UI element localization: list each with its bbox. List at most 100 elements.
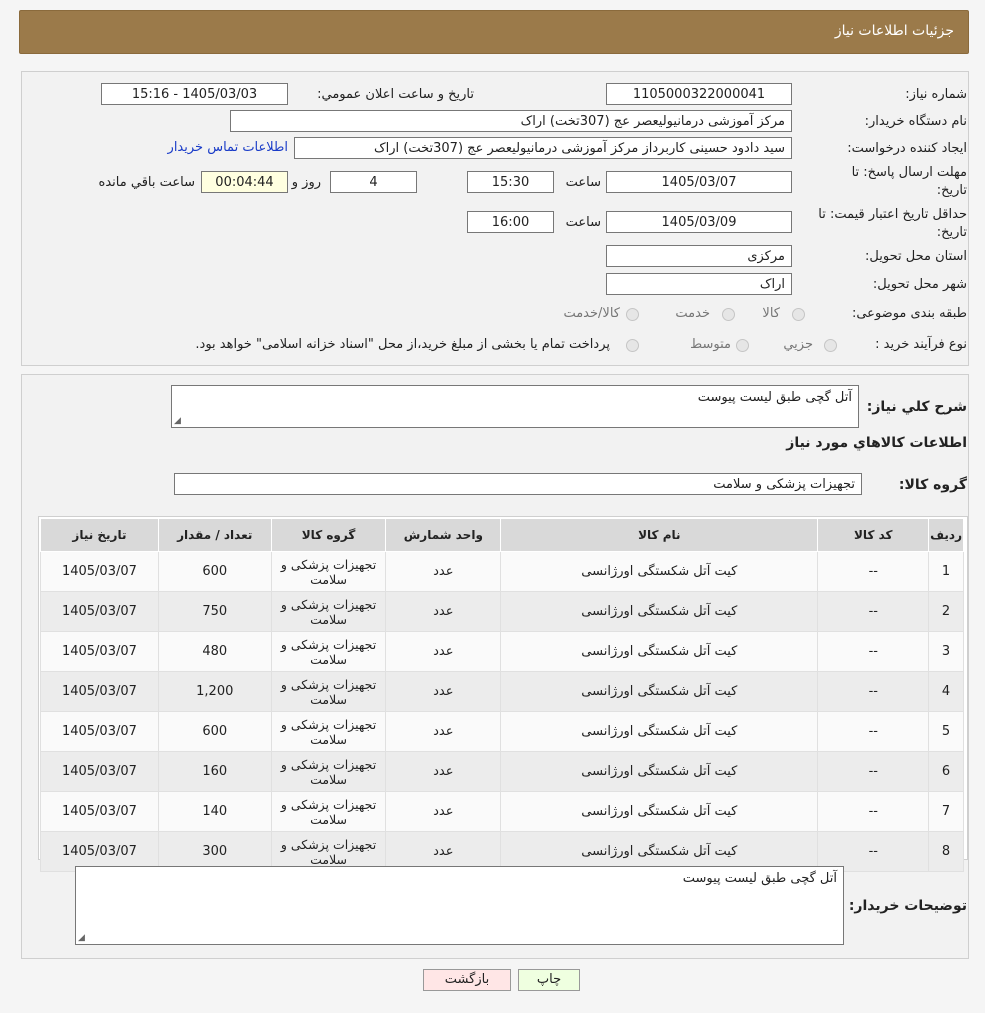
category-service-radio[interactable] (722, 308, 735, 321)
page-title: جزئیات اطلاعات نیاز (834, 23, 954, 39)
category-both-radio[interactable] (626, 308, 639, 321)
cell-row-number: 2 (928, 591, 964, 632)
cell-quantity: 140 (157, 791, 272, 832)
deadline-date-field: 1405/03/07 (606, 171, 792, 193)
category-service-label: خدمت (675, 306, 710, 321)
cell-item-name: کیت آتل شکستگی اورژانسی (500, 671, 819, 712)
back-button[interactable]: بازگشت (423, 969, 511, 991)
cell-unit: عدد (385, 631, 502, 672)
requester-label: ایجاد کننده درخواست: (847, 141, 967, 156)
cell-item-code: -- (817, 671, 930, 712)
table-row: 4 -- کیت آتل شکستگی اورژانسی عدد تجهیزات پزش… (40, 671, 964, 712)
cell-item-name: کیت آتل شکستگی اورژانسی (500, 711, 819, 752)
cell-row-number: 8 (928, 831, 964, 872)
cell-group: تجهیزات پزشکی و سلامت (270, 751, 387, 792)
days-field: 4 (330, 171, 417, 193)
cell-row-number: 6 (928, 751, 964, 792)
cell-quantity: 160 (157, 751, 272, 792)
process-medium-label: متوسط (690, 337, 731, 352)
cell-group: تجهیزات پزشکی و سلامت (270, 791, 387, 832)
cell-quantity: 1,200 (157, 671, 272, 712)
cell-unit: عدد (385, 751, 502, 792)
cell-unit: عدد (385, 591, 502, 632)
description-text: آتل گچی طبق لیست پیوست (697, 390, 852, 405)
cell-item-name: کیت آتل شکستگی اورژانسی (500, 751, 819, 792)
deadline-label-2: تاریخ: (936, 183, 967, 198)
table-row: 7 -- کیت آتل شکستگی اورژانسی عدد تجهیزات پزش… (40, 791, 964, 832)
category-label: طبقه بندی موضوعی: (851, 306, 967, 321)
buyer-org-field: مرکز آموزشی درمانیولیعصر عج (307تخت) ارا… (230, 110, 792, 132)
cell-item-code: -- (817, 711, 930, 752)
cell-item-code: -- (817, 631, 930, 672)
resize-grip-icon[interactable]: ◢ (174, 416, 181, 426)
cell-group: تجهیزات پزشکی و سلامت (270, 591, 387, 632)
col-need-date: تاریخ نیاز (40, 518, 159, 552)
cell-need-date: 1405/03/07 (40, 751, 159, 792)
remaining-time-field: 00:04:44 (201, 171, 288, 193)
treasury-checkbox[interactable] (626, 339, 639, 352)
cell-need-date: 1405/03/07 (40, 671, 159, 712)
buyer-org-label: نام دستگاه خریدار: (864, 114, 967, 129)
announce-date-label: تاریخ و ساعت اعلان عمومي: (317, 87, 474, 102)
print-button[interactable]: چاپ (518, 969, 580, 991)
buyer-notes-textarea[interactable]: آتل گچی طبق لیست پیوست ◢ (75, 866, 844, 945)
goods-table: رديف کد کالا نام کالا واحد شمارش گروه کا… (40, 518, 964, 872)
cell-item-code: -- (817, 551, 930, 592)
goods-group-label: گروه کالا: (898, 477, 967, 493)
province-label: استان محل تحویل: (865, 249, 967, 264)
deadline-time-field: 15:30 (467, 171, 554, 193)
cell-unit: عدد (385, 791, 502, 832)
resize-grip-icon[interactable]: ◢ (78, 933, 85, 943)
cell-row-number: 7 (928, 791, 964, 832)
cell-need-date: 1405/03/07 (40, 591, 159, 632)
table-header-row: رديف کد کالا نام کالا واحد شمارش گروه کا… (40, 518, 964, 552)
buyer-contact-link[interactable]: اطلاعات تماس خریدار (168, 140, 288, 155)
validity-label: حداقل تاریخ اعتبار قیمت: تا (818, 207, 967, 222)
cell-item-code: -- (817, 591, 930, 632)
description-label: شرح کلي نیاز: (866, 399, 967, 415)
cell-row-number: 5 (928, 711, 964, 752)
city-field: اراک (606, 273, 792, 295)
col-quantity: تعداد / مقدار (157, 518, 272, 552)
deadline-time-label: ساعت (565, 175, 601, 190)
cell-group: تجهیزات پزشکی و سلامت (270, 551, 387, 592)
cell-unit: عدد (385, 551, 502, 592)
table-row: 6 -- کیت آتل شکستگی اورژانسی عدد تجهیزات پزش… (40, 751, 964, 792)
process-medium-radio[interactable] (736, 339, 749, 352)
buyer-notes-label: توضیحات خریدار: (848, 898, 967, 914)
buyer-notes-text: آتل گچی طبق لیست پیوست (682, 871, 837, 886)
announce-date-field: 1405/03/03 - 15:16 (101, 83, 288, 105)
cell-item-name: کیت آتل شکستگی اورژانسی (500, 591, 819, 632)
process-type-label: نوع فرآیند خرید : (875, 337, 967, 352)
deadline-label: مهلت ارسال پاسخ: تا (851, 165, 967, 180)
cell-item-name: کیت آتل شکستگی اورژانسی (500, 551, 819, 592)
cell-item-name: کیت آتل شکستگی اورژانسی (500, 791, 819, 832)
cell-item-code: -- (817, 751, 930, 792)
category-both-label: کالا/خدمت (563, 306, 620, 321)
col-unit: واحد شمارش (385, 518, 502, 552)
cell-item-code: -- (817, 791, 930, 832)
cell-row-number: 4 (928, 671, 964, 712)
cell-unit: عدد (385, 711, 502, 752)
remaining-label: ساعت باقي مانده (98, 175, 195, 190)
cell-group: تجهیزات پزشکی و سلامت (270, 711, 387, 752)
validity-time-field: 16:00 (467, 211, 554, 233)
process-minor-radio[interactable] (824, 339, 837, 352)
table-row: 3 -- کیت آتل شکستگی اورژانسی عدد تجهیزات پزش… (40, 631, 964, 672)
category-goods-label: کالا (762, 306, 780, 321)
days-label: روز و (291, 175, 321, 190)
need-number-field: 1105000322000041 (606, 83, 792, 105)
goods-section-title: اطلاعات كالاهاي مورد نياز (786, 435, 967, 451)
process-minor-label: جزیي (783, 337, 813, 352)
cell-need-date: 1405/03/07 (40, 791, 159, 832)
col-item-name: نام کالا (500, 518, 819, 552)
city-label: شهر محل تحویل: (872, 277, 967, 292)
category-goods-radio[interactable] (792, 308, 805, 321)
table-row: 2 -- کیت آتل شکستگی اورژانسی عدد تجهیزات پزش… (40, 591, 964, 632)
col-item-code: کد کالا (817, 518, 930, 552)
cell-group: تجهیزات پزشکی و سلامت (270, 671, 387, 712)
validity-date-field: 1405/03/09 (606, 211, 792, 233)
table-row: 5 -- کیت آتل شکستگی اورژانسی عدد تجهیزات پزش… (40, 711, 964, 752)
col-group: گروه کالا (270, 518, 387, 552)
description-textarea[interactable]: آتل گچی طبق لیست پیوست ◢ (171, 385, 859, 428)
